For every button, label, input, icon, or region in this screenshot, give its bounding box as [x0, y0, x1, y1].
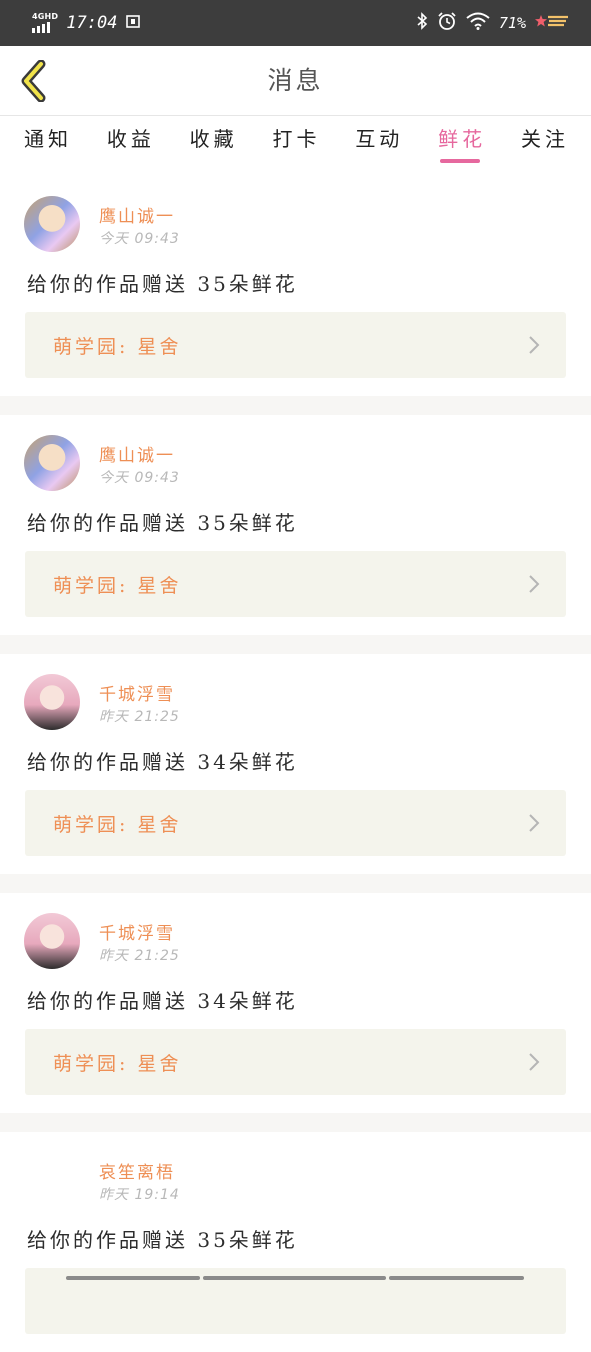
sender-name[interactable]: 千城浮雪 — [99, 919, 175, 944]
avatar[interactable] — [24, 196, 80, 252]
sender-name[interactable]: 鹰山诚一 — [99, 202, 175, 227]
divider — [0, 635, 591, 654]
tab-notifications[interactable]: 通知 — [24, 117, 72, 165]
avatar[interactable] — [24, 435, 80, 491]
alarm-icon — [437, 11, 457, 35]
avatar[interactable] — [24, 913, 80, 969]
work-source-label: 萌学园: 星舍 — [53, 574, 182, 597]
message-item: 鹰山诚一 今天 09:43 给你的作品赠送 35朵鲜花 萌学园: 星舍 — [0, 415, 591, 635]
chevron-right-icon — [529, 814, 540, 832]
network-type: 4GHD — [32, 12, 59, 21]
work-source-label: 萌学园: 星舍 — [53, 335, 182, 358]
message-item: 哀笙离梧 昨天 19:14 给你的作品赠送 35朵鲜花 — [0, 1132, 591, 1352]
divider — [0, 396, 591, 415]
message-time: 今天 09:43 — [99, 231, 180, 247]
message-item: 千城浮雪 昨天 21:25 给你的作品赠送 34朵鲜花 萌学园: 星舍 — [0, 654, 591, 874]
divider — [0, 1113, 591, 1132]
message-text: 给你的作品赠送 34朵鲜花 — [27, 750, 298, 774]
message-item: 鹰山诚一 今天 09:43 给你的作品赠送 35朵鲜花 萌学园: 星舍 — [0, 176, 591, 396]
message-time: 今天 09:43 — [99, 470, 180, 486]
bluetooth-icon — [416, 12, 428, 34]
work-source-label: 萌学园: 星舍 — [53, 813, 182, 836]
shooting-star-icon — [535, 13, 569, 33]
avatar[interactable] — [24, 1152, 80, 1208]
signal-bars-icon — [32, 22, 50, 33]
chevron-right-icon — [529, 1053, 540, 1071]
sender-name[interactable]: 哀笙离梧 — [99, 1158, 175, 1183]
message-text: 给你的作品赠送 35朵鲜花 — [27, 272, 298, 296]
message-time: 昨天 21:25 — [99, 709, 180, 725]
tab-interactions[interactable]: 互动 — [355, 117, 403, 165]
message-item: 千城浮雪 昨天 21:25 给你的作品赠送 34朵鲜花 萌学园: 星舍 — [0, 893, 591, 1113]
avatar[interactable] — [24, 674, 80, 730]
work-source-label: 萌学园: 星舍 — [53, 1052, 182, 1075]
status-time: 17:04 — [66, 13, 118, 33]
page-title: 消息 — [267, 66, 324, 95]
message-list: 鹰山诚一 今天 09:43 给你的作品赠送 35朵鲜花 萌学园: 星舍 鹰山诚一… — [0, 176, 591, 1352]
chevron-right-icon — [529, 336, 540, 354]
work-source-link[interactable]: 萌学园: 星舍 — [25, 1029, 566, 1095]
chevron-right-icon — [529, 575, 540, 593]
work-source-link[interactable]: 萌学园: 星舍 — [25, 312, 566, 378]
message-category-tabs: 通知 收益 收藏 打卡 互动 鲜花 关注 — [0, 117, 591, 165]
tab-earnings[interactable]: 收益 — [107, 117, 155, 165]
message-time: 昨天 19:14 — [99, 1187, 180, 1203]
message-text: 给你的作品赠送 34朵鲜花 — [27, 989, 298, 1013]
tab-flowers[interactable]: 鲜花 — [438, 117, 486, 165]
signal-indicator: 4GHD — [32, 13, 58, 33]
sender-name[interactable]: 鹰山诚一 — [99, 441, 175, 466]
sender-name[interactable]: 千城浮雪 — [99, 680, 175, 705]
work-source-link[interactable]: 萌学园: 星舍 — [25, 790, 566, 856]
status-bar: 4GHD 17:04 71% — [0, 0, 591, 46]
message-text: 给你的作品赠送 35朵鲜花 — [27, 511, 298, 535]
wifi-icon — [466, 12, 490, 34]
work-source-link[interactable]: 萌学园: 星舍 — [25, 551, 566, 617]
scroll-indicator — [66, 1276, 524, 1280]
navigation-bar: 消息 — [0, 46, 591, 116]
divider — [0, 874, 591, 893]
message-time: 昨天 21:25 — [99, 948, 180, 964]
tab-following[interactable]: 关注 — [521, 117, 569, 165]
tab-favorites[interactable]: 收藏 — [190, 117, 238, 165]
screenshot-notification-icon — [125, 13, 141, 33]
battery-level: 71% — [498, 14, 526, 32]
tab-checkin[interactable]: 打卡 — [272, 117, 320, 165]
message-text: 给你的作品赠送 35朵鲜花 — [27, 1228, 298, 1252]
